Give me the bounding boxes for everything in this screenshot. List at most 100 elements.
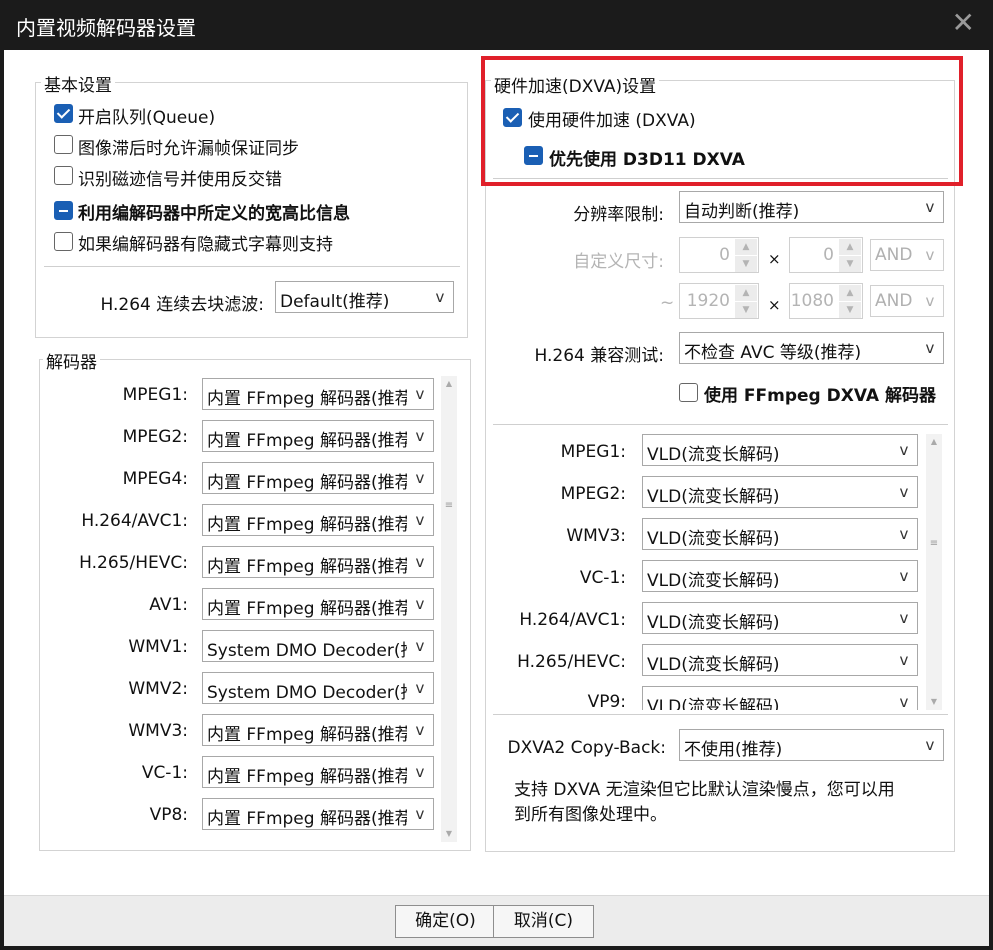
decoder-select[interactable]: 内置 FFmpeg 解码器(推荐) v [202,798,434,830]
decoder-value: 内置 FFmpeg 解码器(推荐) [207,725,419,745]
custom-size-label: 自定义尺寸: [573,252,664,272]
dxva-mode-select[interactable]: VLD(流变长解码) v [642,434,918,466]
drop-frames-label: 图像滞后时允许漏帧保证同步 [78,139,299,159]
dxva-mode-scrollbar[interactable]: ▲ ≡ ▼ [926,434,942,710]
resolution-select[interactable]: 自动判断(推荐) v [679,191,944,223]
basic-settings-title: 基本设置 [41,71,115,96]
chevron-down-icon: v [407,379,433,409]
range-tilde: ~ [660,293,675,313]
scroll-up-icon[interactable]: ▲ [441,376,457,392]
dxva-mode-label: MPEG2: [560,484,626,504]
min-logic-select[interactable]: AND v [870,239,944,271]
decoder-label: MPEG2: [122,427,188,447]
decoder-value: 内置 FFmpeg 解码器(推荐) [207,557,419,577]
chevron-down-icon: v [407,421,433,451]
decoder-value: 内置 FFmpeg 解码器(推荐) [207,431,419,451]
closed-caption-checkbox[interactable] [54,232,73,251]
decoder-value: 内置 FFmpeg 解码器(推荐) [207,473,419,493]
times-sign: × [768,250,781,268]
scroll-grip-icon[interactable]: ≡ [929,538,939,549]
dxva-mode-value: VLD(流变长解码) [647,487,780,507]
title-bar: 内置视频解码器设置 ✕ [0,0,993,50]
decoder-select[interactable]: 内置 FFmpeg 解码器(推荐) v [202,546,434,578]
max-width-spinner[interactable]: 1920 ▲ ▼ [679,283,759,319]
deinterlace-label: 识别磁迹信号并使用反交错 [78,170,282,190]
max-logic-value: AND [875,291,913,311]
decoder-scrollbar[interactable]: ▲ ≡ ▼ [441,376,457,842]
decoder-select[interactable]: 内置 FFmpeg 解码器(推荐) v [202,756,434,788]
chevron-down-icon: v [917,240,943,270]
decoder-select[interactable]: 内置 FFmpeg 解码器(推荐) v [202,588,434,620]
decoder-select[interactable]: 内置 FFmpeg 解码器(推荐) v [202,714,434,746]
copyback-note-line2: 到所有图像处理中。 [514,805,667,825]
decoder-label: WMV2: [128,679,188,699]
aspect-ratio-label: 利用编解码器中所定义的宽高比信息 [78,204,350,224]
decoder-select[interactable]: 内置 FFmpeg 解码器(推荐) v [202,420,434,452]
spin-down-icon[interactable]: ▼ [735,302,757,318]
chevron-down-icon: v [891,687,917,710]
decoder-select[interactable]: System DMO Decoder(推荐) v [202,630,434,662]
decoder-value: 内置 FFmpeg 解码器(推荐) [207,809,419,829]
dxva-mode-value: VLD(流变长解码) [647,613,780,633]
min-height-value: 0 [823,245,834,265]
decoder-select[interactable]: 内置 FFmpeg 解码器(推荐) v [202,504,434,536]
drop-frames-checkbox[interactable] [54,135,73,154]
chevron-down-icon: v [891,645,917,675]
spin-up-icon[interactable]: ▲ [735,239,757,255]
compat-test-value: 不检查 AVC 等级(推荐) [684,343,862,363]
dxva-mode-value: VLD(流变长解码) [647,445,780,465]
dxva-mode-value: VLD(流变长解码) [647,697,780,710]
aspect-ratio-checkbox[interactable] [54,201,73,220]
scroll-grip-icon[interactable]: ≡ [444,500,454,511]
copyback-separator [493,714,948,715]
decoder-select[interactable]: 内置 FFmpeg 解码器(推荐) v [202,378,434,410]
ffmpeg-dxva-checkbox[interactable] [679,383,698,402]
min-height-spinner[interactable]: 0 ▲ ▼ [789,237,863,273]
dxva-mode-value: VLD(流变长解码) [647,571,780,591]
chevron-down-icon: v [917,730,943,760]
scroll-up-icon[interactable]: ▲ [926,434,942,450]
dxva-mode-select[interactable]: VLD(流变长解码) v [642,518,918,550]
scroll-down-icon[interactable]: ▼ [441,826,457,842]
decoder-select[interactable]: 内置 FFmpeg 解码器(推荐) v [202,462,434,494]
dxva-mode-value: VLD(流变长解码) [647,529,780,549]
dxva-mode-select[interactable]: VLD(流变长解码) v [642,686,918,710]
chevron-down-icon: v [917,192,943,222]
max-logic-select[interactable]: AND v [870,285,944,317]
chevron-down-icon: v [917,286,943,316]
min-logic-value: AND [875,245,913,265]
dxva-mode-label: WMV3: [566,526,626,546]
max-height-spinner[interactable]: 1080 ▲ ▼ [789,283,863,319]
compat-test-label: H.264 兼容测试: [534,346,664,366]
chevron-down-icon: v [407,547,433,577]
chevron-down-icon: v [407,673,433,703]
close-icon[interactable]: ✕ [952,6,975,40]
spin-up-icon[interactable]: ▲ [735,285,757,301]
deinterlace-checkbox[interactable] [54,166,73,185]
dxva-mode-select[interactable]: VLD(流变长解码) v [642,560,918,592]
chevron-down-icon: v [891,435,917,465]
chevron-down-icon: v [407,505,433,535]
compat-test-select[interactable]: 不检查 AVC 等级(推荐) v [679,332,944,364]
spin-up-icon[interactable]: ▲ [839,285,861,301]
spin-down-icon[interactable]: ▼ [735,256,757,272]
chevron-down-icon: v [407,799,433,829]
spin-up-icon[interactable]: ▲ [839,239,861,255]
dxva-mode-select[interactable]: VLD(流变长解码) v [642,476,918,508]
ok-button[interactable]: 确定(O) [395,905,496,938]
scroll-down-icon[interactable]: ▼ [926,694,942,710]
min-width-spinner[interactable]: 0 ▲ ▼ [679,237,759,273]
decoder-label: AV1: [149,595,188,615]
button-bar: 确定(O) 取消(C) [4,895,989,946]
min-width-value: 0 [719,245,730,265]
queue-checkbox[interactable] [54,104,73,123]
dxva-mode-select[interactable]: VLD(流变长解码) v [642,644,918,676]
decoder-select[interactable]: System DMO Decoder(推荐) v [202,672,434,704]
deblock-select[interactable]: Default(推荐) v [275,281,454,313]
spin-down-icon[interactable]: ▼ [839,302,861,318]
cancel-button[interactable]: 取消(C) [493,905,594,938]
dxva-mode-select[interactable]: VLD(流变长解码) v [642,602,918,634]
spin-down-icon[interactable]: ▼ [839,256,861,272]
copyback-select[interactable]: 不使用(推荐) v [679,729,944,761]
times-sign: × [768,296,781,314]
